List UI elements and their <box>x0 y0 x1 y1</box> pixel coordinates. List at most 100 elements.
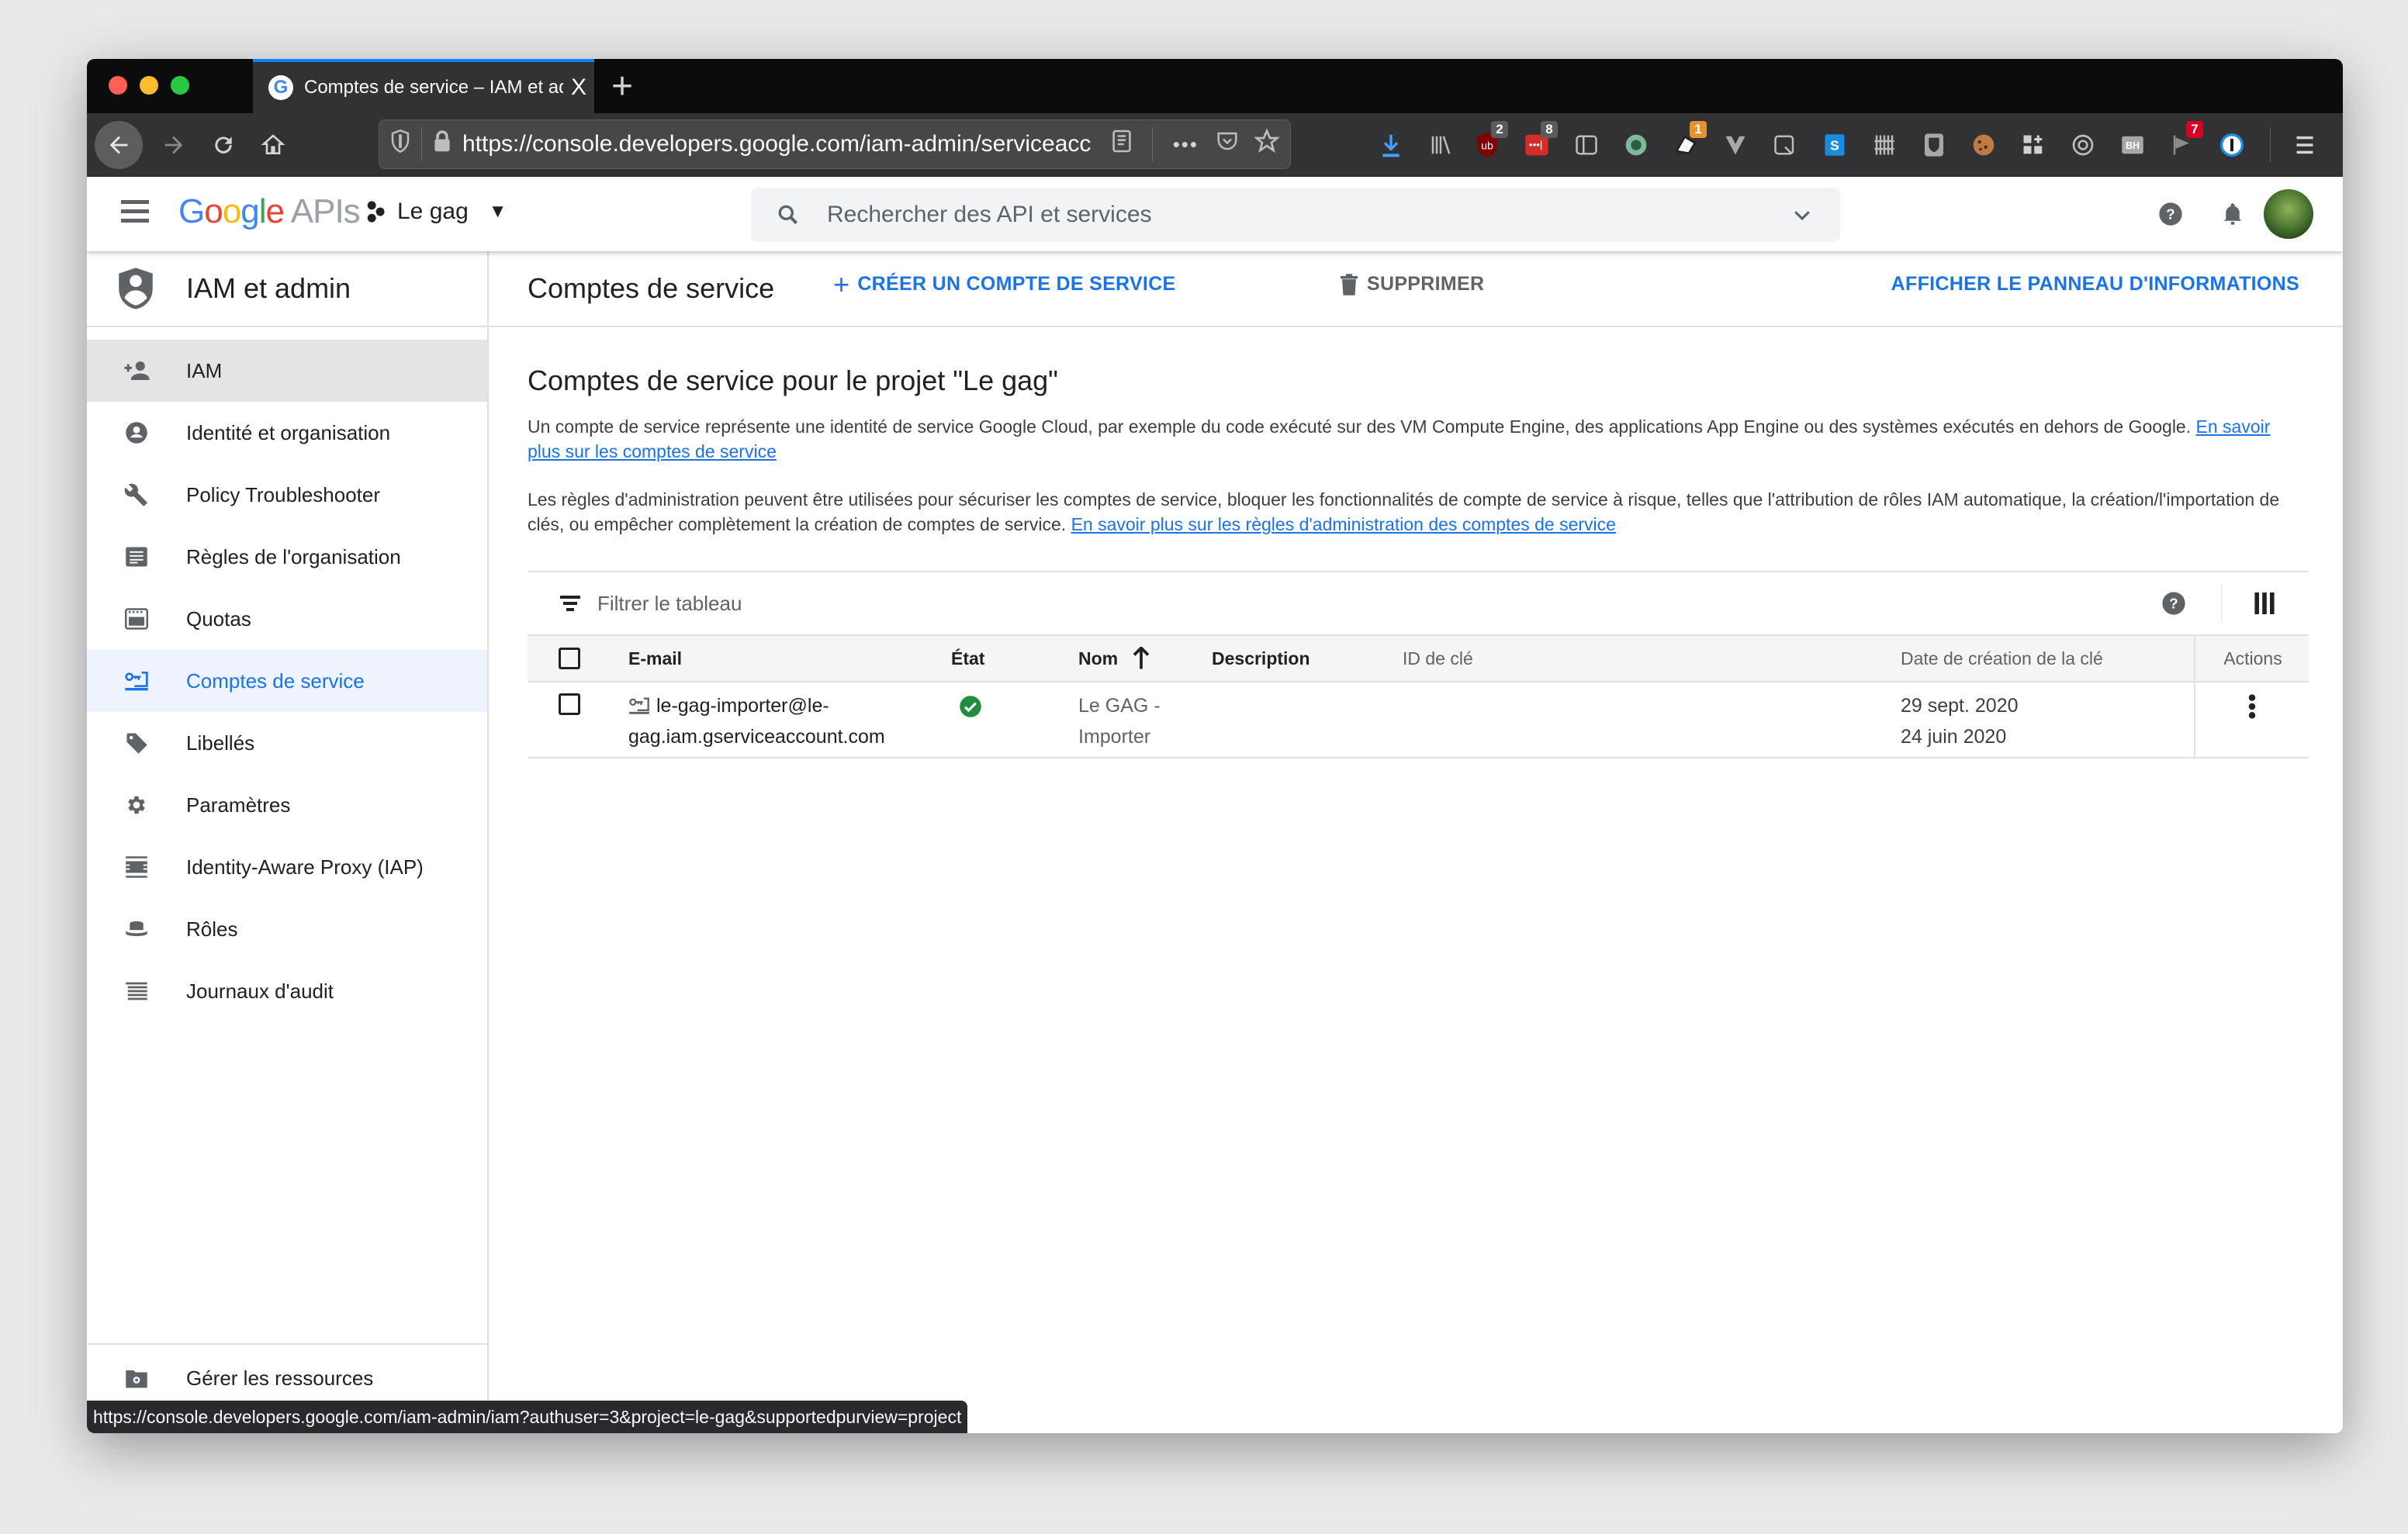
manage-resources-folder-gear-icon <box>121 1367 152 1389</box>
table-filter-bar: Filtrer le tableau ? <box>528 571 2309 634</box>
lock-icon[interactable] <box>433 130 452 159</box>
flag-badge: 7 <box>2186 121 2203 138</box>
reader-view-icon[interactable] <box>1112 129 1132 160</box>
flag-icon[interactable]: 7 <box>2166 121 2203 161</box>
column-header-actions: Actions <box>2194 636 2310 681</box>
library-icon[interactable] <box>1424 129 1457 161</box>
user-avatar[interactable] <box>2264 189 2313 239</box>
main-menu-hamburger-icon[interactable] <box>121 200 149 228</box>
bitwarden-icon[interactable] <box>1918 129 1950 161</box>
reload-button[interactable] <box>202 113 245 177</box>
email-line-2[interactable]: gag.iam.gserviceaccount.com <box>628 721 885 752</box>
sidebar-item-comptes-de-service[interactable]: Comptes de service <box>87 650 487 712</box>
cookie-icon[interactable] <box>1967 129 2000 161</box>
hat-icon <box>121 921 152 938</box>
filter-table-input[interactable]: Filtrer le tableau <box>597 592 742 616</box>
bh-extension-icon[interactable]: BH <box>2116 129 2149 161</box>
main-content: Comptes de service + CRÉER UN COMPTE DE … <box>489 251 2343 1433</box>
delete-button[interactable]: SUPPRIMER <box>1341 273 1484 295</box>
browser-tab-active[interactable]: G Comptes de service – IAM et admin X <box>253 59 594 113</box>
filter-icon[interactable] <box>559 593 582 614</box>
email-cell: le-gag-importer@le- gag.iam.gserviceacco… <box>628 690 885 752</box>
vue-devtools-icon[interactable] <box>1719 129 1752 161</box>
fence-icon[interactable] <box>1868 129 1901 161</box>
browser-window: G Comptes de service – IAM et admin X + <box>87 59 2343 1433</box>
forward-button[interactable] <box>152 113 195 177</box>
search-bar[interactable]: Rechercher des API et services <box>751 188 1840 242</box>
create-service-account-button[interactable]: + CRÉER UN COMPTE DE SERVICE <box>833 270 1176 298</box>
chevron-down-icon[interactable] <box>1790 203 1814 226</box>
close-window-button[interactable] <box>109 76 127 95</box>
home-button[interactable] <box>251 113 295 177</box>
page-edit-icon[interactable] <box>1769 129 1801 161</box>
svg-text:?: ? <box>2166 206 2174 223</box>
refresh-target-icon[interactable] <box>2067 129 2099 161</box>
service-account-key-icon <box>629 697 649 714</box>
search-input[interactable]: Rechercher des API et services <box>827 202 1790 228</box>
app-menu-icon[interactable] <box>2289 129 2321 161</box>
notifications-button[interactable] <box>2216 197 2250 231</box>
project-selector[interactable]: Le gag ▼ <box>366 199 507 225</box>
help-icon: ? <box>2159 202 2182 226</box>
maximize-window-button[interactable] <box>171 76 189 95</box>
sync-extension-icon[interactable] <box>1620 129 1652 161</box>
google-apis-logo[interactable]: Google APIs <box>178 192 361 231</box>
reload-icon <box>215 136 232 154</box>
url-bar[interactable]: https://console.developers.google.com/ia… <box>379 119 1291 169</box>
list-lines-icon <box>121 981 152 1001</box>
name-line-2: Importer <box>1078 726 1151 748</box>
url-separator <box>421 127 422 161</box>
row-actions-more-vert-icon[interactable] <box>2247 693 2257 720</box>
downloads-icon[interactable] <box>1375 129 1407 161</box>
column-header-name[interactable]: Nom <box>1078 636 1150 681</box>
sidebar-item-quotas[interactable]: Quotas <box>87 588 487 650</box>
onepassword-icon[interactable] <box>2216 129 2248 161</box>
page-actions-ellipsis-icon[interactable]: ••• <box>1173 133 1199 157</box>
ublock-origin-icon[interactable]: ub 2 <box>1471 121 1508 161</box>
table-header-row: E-mail État Nom Description ID de clé Da… <box>528 634 2309 682</box>
s-extension-icon[interactable]: S <box>1818 129 1851 161</box>
sort-ascending-arrow-icon[interactable] <box>1132 647 1150 670</box>
sidebar-item-regles-organisation[interactable]: Règles de l'organisation <box>87 526 487 588</box>
sidebar-item-libelles[interactable]: Libellés <box>87 712 487 774</box>
grid-plus-icon[interactable] <box>2017 129 2050 161</box>
sidebar-item-iap[interactable]: Identity-Aware Proxy (IAP) <box>87 836 487 898</box>
sidebar-item-iam[interactable]: IAM <box>87 340 487 402</box>
table-help-icon[interactable]: ? <box>2161 591 2186 620</box>
privacy-badger-icon[interactable]: 1 <box>1669 121 1707 161</box>
new-tab-button[interactable]: + <box>611 65 633 108</box>
column-display-options-icon[interactable] <box>2254 593 2275 618</box>
select-all-checkbox[interactable] <box>559 648 580 669</box>
pocket-icon[interactable] <box>1216 130 1239 159</box>
bookmark-star-icon[interactable] <box>1253 128 1281 160</box>
search-icon <box>778 205 798 225</box>
url-text[interactable]: https://console.developers.google.com/ia… <box>462 131 1102 157</box>
row-checkbox[interactable] <box>559 693 580 715</box>
action-bar: Comptes de service + CRÉER UN COMPTE DE … <box>489 251 2343 327</box>
table-row[interactable]: le-gag-importer@le- gag.iam.gserviceacco… <box>528 682 2309 758</box>
help-button[interactable]: ? <box>2154 197 2188 231</box>
gcp-header: Google APIs Le gag ▼ Rechercher des API … <box>87 177 2343 251</box>
column-header-description[interactable]: Description <box>1212 636 1310 681</box>
sidebar-item-parametres[interactable]: Paramètres <box>87 774 487 836</box>
bell-icon <box>2223 203 2242 225</box>
sidebar-toggle-icon[interactable] <box>1570 129 1603 161</box>
name-line-1: Le GAG - <box>1078 695 1161 717</box>
learn-more-org-policies-link[interactable]: En savoir plus sur les règles d'administ… <box>1071 514 1616 534</box>
sidebar-item-journaux-audit[interactable]: Journaux d'audit <box>87 960 487 1022</box>
iam-shield-icon <box>119 268 153 309</box>
lastpass-icon[interactable]: •••| 8 <box>1521 121 1558 161</box>
minimize-window-button[interactable] <box>140 76 158 95</box>
back-button[interactable] <box>95 121 143 169</box>
tab-close-icon[interactable]: X <box>563 74 594 101</box>
tracking-protection-shield-icon[interactable] <box>390 129 410 159</box>
sidebar-item-identite-organisation[interactable]: Identité et organisation <box>87 402 487 464</box>
sidebar-item-policy-troubleshooter[interactable]: Policy Troubleshooter <box>87 464 487 526</box>
column-header-state[interactable]: État <box>951 636 984 681</box>
email-line-1[interactable]: le-gag-importer@le- <box>656 690 829 721</box>
document-list-icon <box>121 547 152 567</box>
delete-label: SUPPRIMER <box>1367 273 1485 295</box>
sidebar-item-roles[interactable]: Rôles <box>87 898 487 960</box>
column-header-email[interactable]: E-mail <box>628 636 682 681</box>
show-info-panel-button[interactable]: AFFICHER LE PANNEAU D'INFORMATIONS <box>1891 273 2299 295</box>
